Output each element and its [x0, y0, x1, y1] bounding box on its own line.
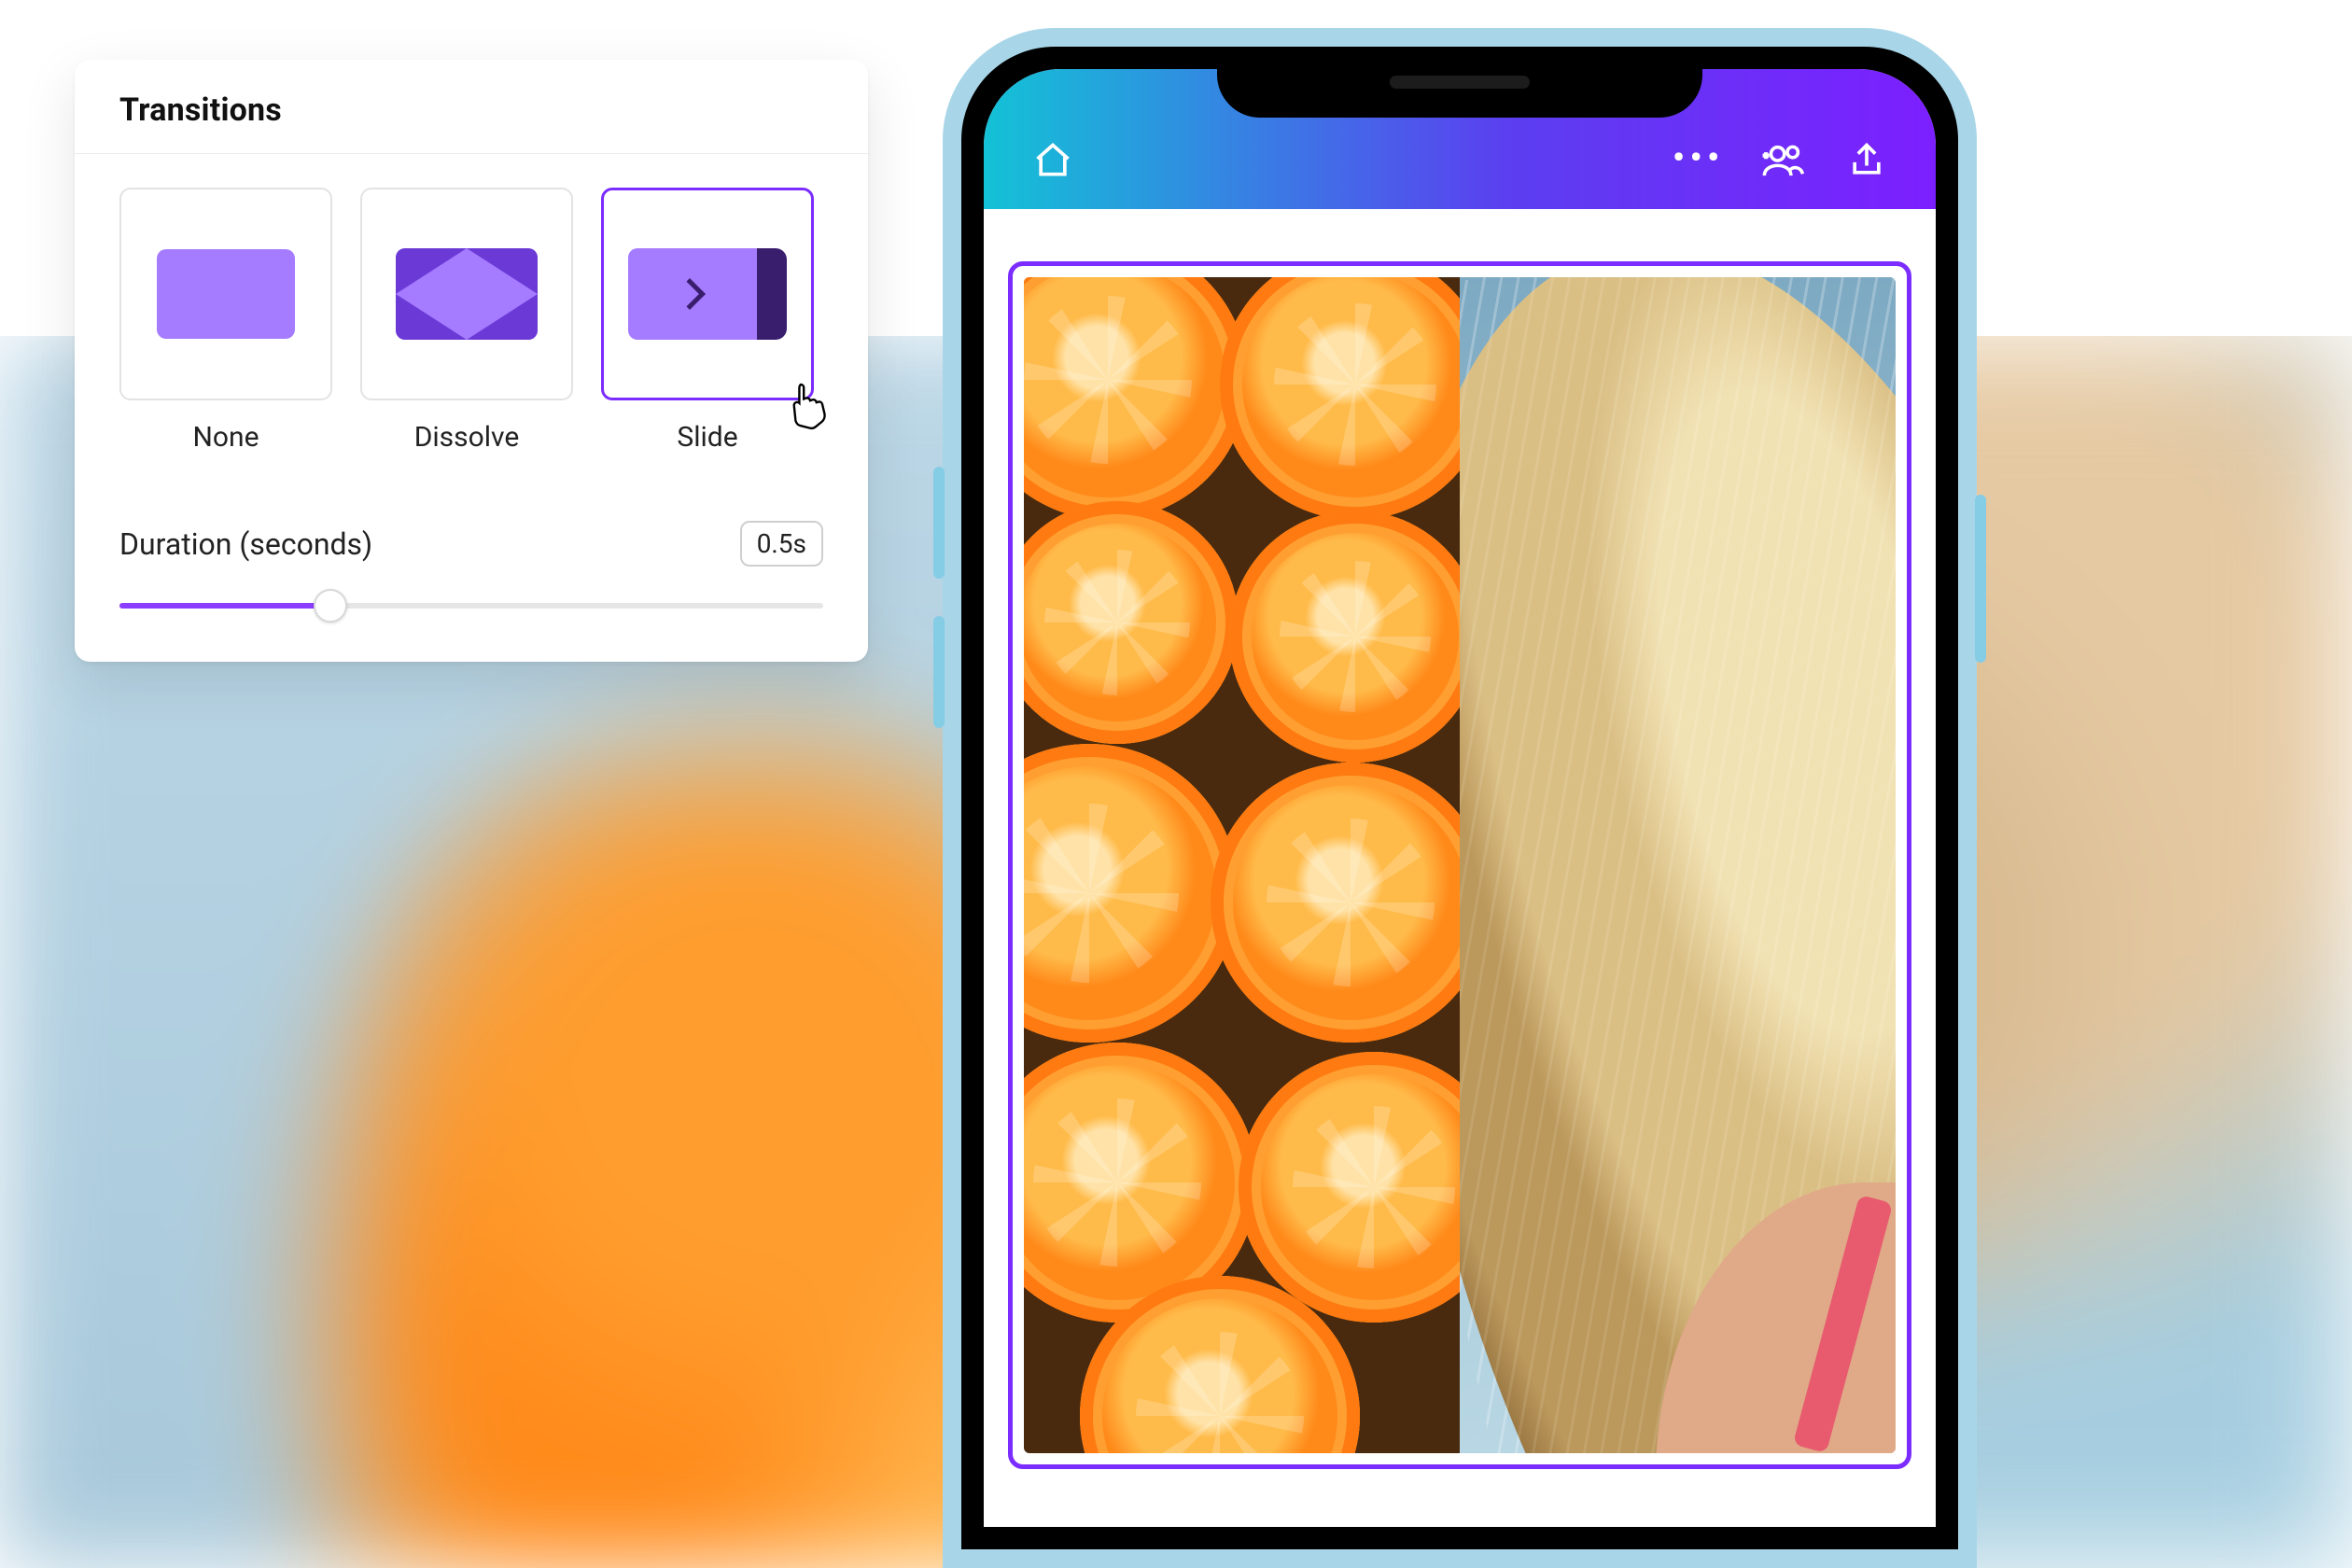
phone-mockup: ••• [943, 28, 1977, 1568]
slider-fill [119, 603, 330, 609]
transition-dissolve-icon [396, 248, 538, 340]
canvas-selected-frame[interactable] [1008, 261, 1911, 1469]
canvas-left-image [1024, 277, 1460, 1453]
canvas-content [1024, 277, 1896, 1453]
duration-value-chip[interactable]: 0.5s [740, 521, 823, 567]
transition-option-dissolve-label: Dissolve [414, 421, 520, 454]
transition-option-none-label: None [193, 421, 259, 454]
home-button[interactable] [1027, 134, 1079, 187]
transition-none-icon [157, 249, 295, 339]
transition-option-dissolve-tile[interactable] [360, 188, 573, 400]
transitions-panel: Transitions None Dissolve [75, 60, 868, 662]
transition-slide-icon [628, 248, 787, 340]
slider-thumb[interactable] [314, 589, 347, 623]
chevron-right-icon [674, 278, 706, 310]
more-button[interactable]: ••• [1673, 134, 1725, 187]
transition-option-slide-tile[interactable] [601, 188, 814, 400]
export-button[interactable] [1841, 134, 1893, 187]
duration-slider[interactable] [119, 589, 823, 623]
phone-screen: ••• [984, 69, 1936, 1527]
more-horizontal-icon: ••• [1673, 142, 1725, 179]
transition-option-slide-label: Slide [677, 421, 737, 454]
upload-share-icon [1846, 140, 1887, 181]
transition-option-dissolve: Dissolve [360, 188, 573, 454]
canvas-right-image [1460, 277, 1896, 1453]
transition-options: None Dissolve [119, 188, 823, 454]
phone-volume-down-button [933, 616, 945, 728]
add-people-icon [1759, 140, 1806, 181]
transition-option-slide: Slide [601, 188, 814, 454]
transition-option-none-tile[interactable] [119, 188, 332, 400]
add-people-button[interactable] [1757, 134, 1809, 187]
duration-label: Duration (seconds) [119, 526, 372, 562]
home-icon [1032, 140, 1073, 181]
phone-volume-up-button [933, 467, 945, 579]
phone-power-button [1975, 495, 1986, 663]
phone-notch [1217, 47, 1702, 118]
panel-title: Transitions [75, 60, 868, 154]
transition-option-none: None [119, 188, 332, 454]
